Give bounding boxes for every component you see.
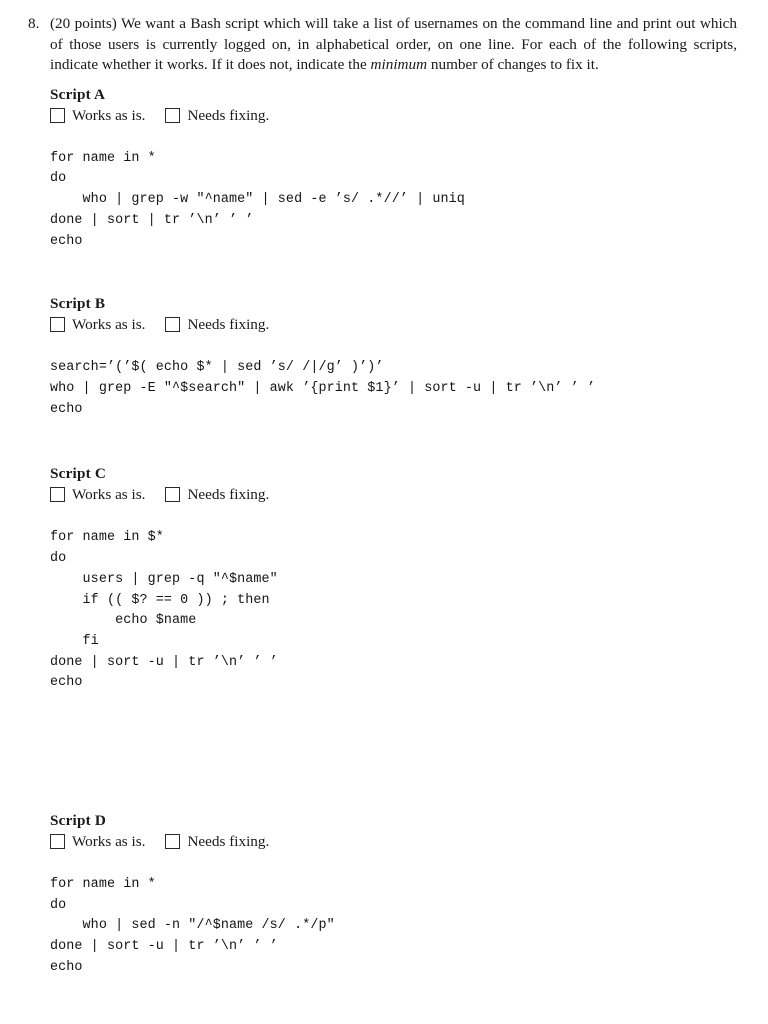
section-script-d: Script D Works as is. Needs fixing. for … xyxy=(50,811,737,979)
section-title-script-d: Script D xyxy=(50,812,107,830)
choice-label-needs-fixing-b: Needs fixing. xyxy=(187,316,270,334)
choices-script-d: Works as is. Needs fixing. xyxy=(50,832,737,851)
checkbox-needs-fixing-c[interactable] xyxy=(165,487,181,503)
checkbox-works-as-is-d[interactable] xyxy=(50,834,65,850)
checkbox-works-as-is-b[interactable] xyxy=(50,317,65,333)
section-script-c: Script C Works as is. Needs fixing. for … xyxy=(50,464,737,694)
checkbox-works-as-is-c[interactable] xyxy=(50,487,65,503)
choice-label-works-as-is-b: Works as is. xyxy=(72,316,146,334)
checkbox-needs-fixing-b[interactable] xyxy=(165,317,181,333)
section-title-script-c: Script C xyxy=(50,465,107,483)
choice-needs-fixing-a[interactable]: Needs fixing. xyxy=(165,106,269,125)
choice-needs-fixing-c[interactable]: Needs fixing. xyxy=(165,485,269,504)
section-title-script-a: Script A xyxy=(50,85,106,103)
problem-8: 8. (20 points) We want a Bash script whi… xyxy=(28,14,737,76)
choice-label-works-as-is-d: Works as is. xyxy=(72,833,146,851)
code-block-script-b: search=’(’$( echo $* | sed ’s/ /|/g’ )’)… xyxy=(50,360,596,417)
code-block-script-d: for name in * do who | sed -n "/^$name /… xyxy=(50,877,335,975)
choice-needs-fixing-b[interactable]: Needs fixing. xyxy=(165,315,269,334)
choice-works-as-is-d[interactable]: Works as is. xyxy=(50,832,145,851)
choice-works-as-is-a[interactable]: Works as is. xyxy=(50,106,145,125)
problem-text-part-2: number of changes to fix it. xyxy=(427,56,599,74)
section-script-a: Script A Works as is. Needs fixing. for … xyxy=(50,85,737,253)
choice-works-as-is-b[interactable]: Works as is. xyxy=(50,315,145,334)
code-block-script-c: for name in $* do users | grep -q "^$nam… xyxy=(50,530,278,691)
choices-script-a: Works as is. Needs fixing. xyxy=(50,106,737,125)
choice-works-as-is-c[interactable]: Works as is. xyxy=(50,485,145,504)
code-block-script-a: for name in * do who | grep -w "^name" |… xyxy=(50,150,465,249)
script-sections: Script A Works as is. Needs fixing. for … xyxy=(50,85,737,979)
choice-label-needs-fixing-c: Needs fixing. xyxy=(187,486,270,504)
choice-label-needs-fixing-a: Needs fixing. xyxy=(187,106,270,124)
choices-script-b: Works as is. Needs fixing. xyxy=(50,315,737,334)
problem-statement: (20 points) We want a Bash script which … xyxy=(50,14,737,76)
problem-number: 8. xyxy=(28,15,40,32)
choices-script-c: Works as is. Needs fixing. xyxy=(50,485,737,504)
choice-label-needs-fixing-d: Needs fixing. xyxy=(187,833,270,851)
problem-emphasis-minimum: minimum xyxy=(370,56,428,74)
section-title-script-b: Script B xyxy=(50,295,106,313)
choice-label-works-as-is-c: Works as is. xyxy=(72,486,146,504)
checkbox-works-as-is-a[interactable] xyxy=(50,107,65,123)
checkbox-needs-fixing-a[interactable] xyxy=(165,107,181,123)
checkbox-needs-fixing-d[interactable] xyxy=(165,834,181,850)
choice-label-works-as-is-a: Works as is. xyxy=(72,106,146,124)
choice-needs-fixing-d[interactable]: Needs fixing. xyxy=(165,832,269,851)
exam-page: 8. (20 points) We want a Bash script whi… xyxy=(0,0,768,1024)
section-script-b: Script B Works as is. Needs fixing. sear… xyxy=(50,294,737,420)
